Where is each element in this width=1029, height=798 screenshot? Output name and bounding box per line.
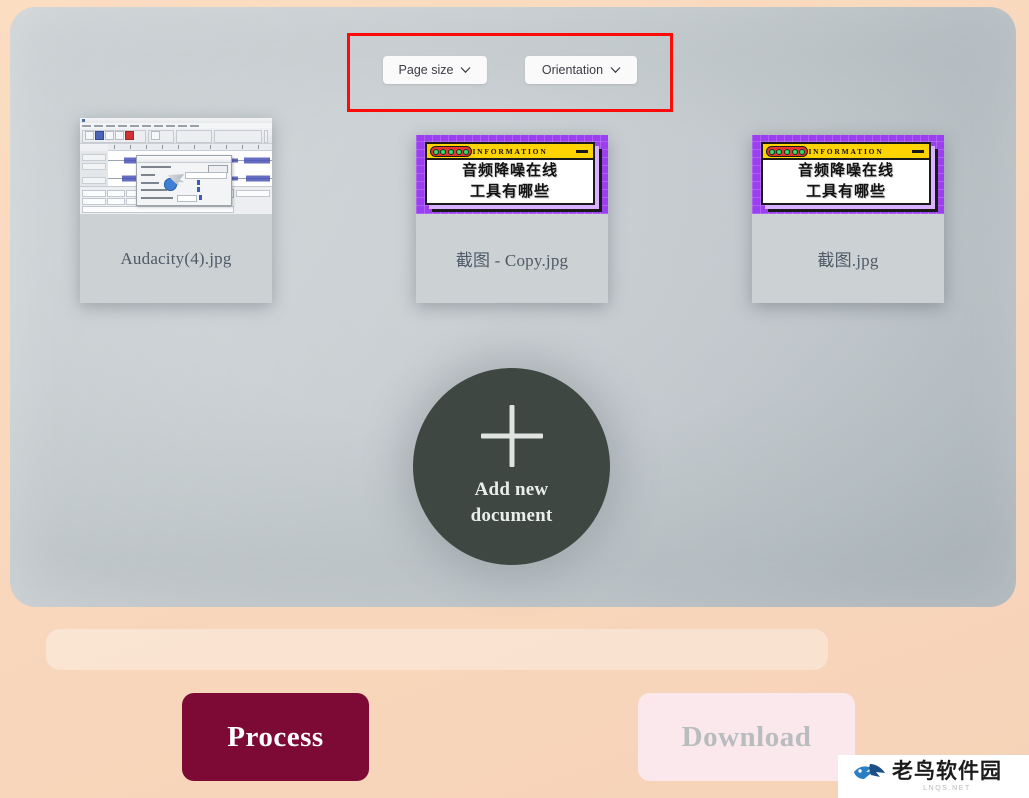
page-size-label: Page size [398, 63, 454, 77]
orientation-label: Orientation [541, 63, 604, 77]
poster-minimize-icon [912, 150, 924, 153]
poster-minimize-icon [576, 150, 588, 153]
document-list: Audacity(4).jpg INFORMATION 音频降噪在线 工具有哪些 [0, 118, 1029, 308]
chevron-down-icon [610, 66, 621, 74]
bird-logo-icon [852, 761, 886, 792]
document-filename: 截图 - Copy.jpg [455, 251, 569, 270]
information-poster-preview: INFORMATION 音频降噪在线 工具有哪些 [752, 135, 944, 214]
document-card[interactable]: INFORMATION 音频降噪在线 工具有哪些 截图.jpg [752, 135, 944, 303]
mouse-cursor-icon [164, 170, 186, 192]
poster-line-1: 音频降噪在线 [461, 160, 558, 179]
document-thumbnail[interactable] [80, 118, 272, 214]
document-thumbnail[interactable]: INFORMATION 音频降噪在线 工具有哪些 [752, 135, 944, 214]
watermark-brand: 老鸟软件园 [892, 759, 1002, 783]
add-new-document-label: Add new document [471, 477, 553, 527]
footer-bar [46, 629, 828, 670]
poster-titlebar-text: INFORMATION [808, 146, 884, 156]
poster-titlebar-text: INFORMATION [472, 146, 548, 156]
add-new-document-button[interactable]: Add new document [413, 368, 610, 565]
document-filename: Audacity(4).jpg [120, 248, 232, 268]
options-toolbar: Page size Orientation [355, 42, 665, 98]
poster-line-1: 音频降噪在线 [797, 160, 894, 179]
watermark-site: LNQS.NET [923, 785, 971, 792]
page-size-dropdown[interactable]: Page size [382, 56, 488, 84]
chevron-down-icon [460, 66, 471, 74]
poster-line-2: 工具有哪些 [805, 181, 886, 200]
poster-dots-icon [766, 146, 808, 157]
document-card[interactable]: INFORMATION 音频降噪在线 工具有哪些 截图 - Copy.jpg [416, 135, 608, 303]
plus-icon [481, 405, 543, 467]
poster-line-2: 工具有哪些 [469, 181, 550, 200]
download-button: Download [638, 693, 855, 781]
orientation-dropdown[interactable]: Orientation [525, 56, 638, 84]
add-doc-line-1: Add new [474, 479, 549, 501]
document-thumbnail[interactable]: INFORMATION 音频降噪在线 工具有哪些 [416, 135, 608, 214]
document-card[interactable]: Audacity(4).jpg [80, 118, 272, 303]
document-filename: 截图.jpg [817, 251, 879, 270]
information-poster-preview: INFORMATION 音频降噪在线 工具有哪些 [416, 135, 608, 214]
process-button[interactable]: Process [182, 693, 369, 781]
add-doc-line-2: document [470, 504, 553, 526]
poster-dots-icon [430, 146, 472, 157]
audacity-screenshot-preview [80, 118, 272, 214]
watermark: 老鸟软件园 LNQS.NET [838, 755, 1029, 798]
